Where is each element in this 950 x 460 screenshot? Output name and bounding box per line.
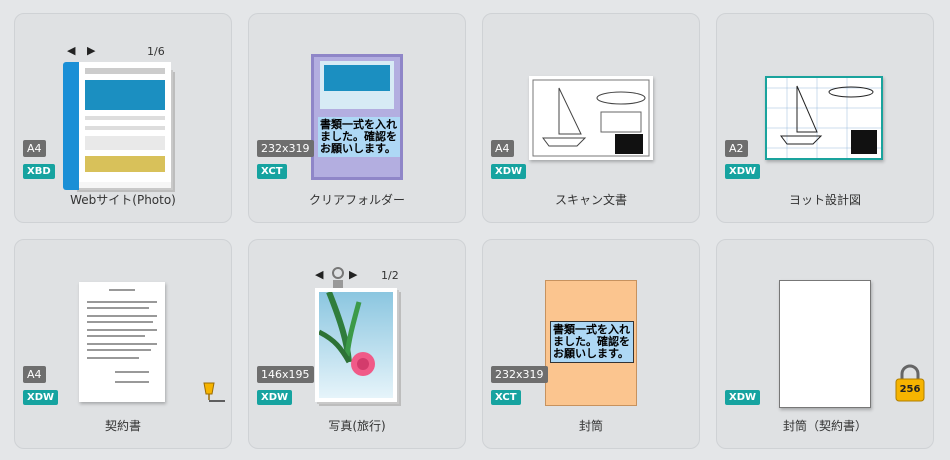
document-tile[interactable]: A4 XDW 契約書 [14, 239, 232, 449]
size-badge: 146x195 [257, 366, 314, 383]
document-tile[interactable]: A4 XDW スキャン文書 [482, 13, 700, 223]
prev-page-icon[interactable]: ◀ [315, 268, 323, 281]
photo-thumbnail [315, 288, 397, 402]
next-page-icon[interactable]: ▶ [349, 268, 357, 281]
type-badge: XDW [725, 390, 761, 405]
clear-folder-thumbnail: 書類一式を入れました。確認をお願いします。 [311, 54, 403, 180]
type-badge: XDW [725, 164, 761, 179]
lock-value: 256 [899, 384, 921, 395]
scan-thumbnail [529, 76, 653, 160]
type-badge: XCT [491, 390, 521, 405]
document-tile[interactable]: ◀ ▶ 1/2 146x195 XDW 写真(旅行) [248, 239, 466, 449]
size-badge: A4 [491, 140, 514, 157]
size-badge: A2 [725, 140, 748, 157]
blank-envelope-thumbnail [779, 280, 871, 408]
size-badge: A4 [23, 140, 46, 157]
folder-note: 書類一式を入れました。確認をお願いします。 [318, 117, 400, 157]
document-title: 写真(旅行) [328, 419, 386, 433]
page-count: 1/2 [381, 269, 399, 282]
size-badge: A4 [23, 366, 46, 383]
binder-thumbnail [63, 62, 173, 190]
document-title: ヨット設計図 [788, 193, 861, 207]
contract-thumbnail [79, 282, 165, 402]
document-tile[interactable]: 書類一式を入れました。確認をお願いします。 232x319 XCT 封筒 [482, 239, 700, 449]
document-title: 封筒（契約書） [782, 419, 867, 433]
prev-page-icon[interactable]: ◀ [67, 44, 75, 57]
page-count: 1/6 [147, 45, 165, 58]
blueprint-thumbnail [765, 76, 883, 160]
type-badge: XBD [23, 164, 55, 179]
document-title: Webサイト(Photo) [70, 193, 176, 207]
type-badge: XDW [491, 164, 527, 179]
size-badge: 232x319 [491, 366, 548, 383]
document-tile[interactable]: 書類一式を入れました。確認をお願いします。 232x319 XCT クリアフォル… [248, 13, 466, 223]
pen-icon [201, 380, 227, 408]
document-title: 封筒 [578, 419, 603, 433]
document-title: 契約書 [104, 419, 141, 433]
document-title: クリアフォルダー [308, 193, 405, 207]
document-title: スキャン文書 [554, 193, 627, 207]
envelope-note: 書類一式を入れました。確認をお願いします。 [550, 321, 634, 363]
document-tile[interactable]: A2 XDW ヨット設計図 [716, 13, 934, 223]
type-badge: XDW [23, 390, 59, 405]
size-badge: 232x319 [257, 140, 314, 157]
lock-icon[interactable]: 256 [893, 364, 927, 402]
document-tile[interactable]: ◀ ▶ 1/6 A4 XBD Webサイト(Photo) [14, 13, 232, 223]
type-badge: XCT [257, 164, 287, 179]
document-tile[interactable]: XDW 256 封筒（契約書） [716, 239, 934, 449]
next-page-icon[interactable]: ▶ [87, 44, 95, 57]
envelope-thumbnail: 書類一式を入れました。確認をお願いします。 [545, 280, 637, 406]
type-badge: XDW [257, 390, 293, 405]
